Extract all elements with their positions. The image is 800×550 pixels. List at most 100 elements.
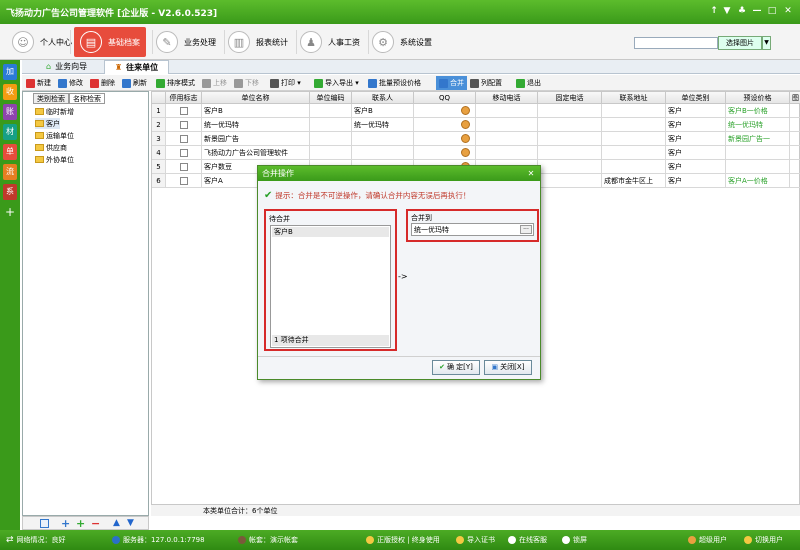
move-up-button[interactable]: 上移 [202,76,227,90]
batch-price-button[interactable]: 批量预设价格 [368,76,421,90]
module-business[interactable]: ✎ 业务处理 [156,27,216,57]
header-qq[interactable]: QQ [414,92,476,104]
remove-icon[interactable]: − [91,517,100,530]
module-hr[interactable]: ♟ 人事工资 [300,27,360,57]
tree-node[interactable]: 客户 [35,118,60,129]
search-input[interactable] [634,37,718,49]
import-cert-button[interactable]: 导入证书 [456,535,495,545]
lock-screen-button[interactable]: 锁屏 [562,535,587,545]
tab-category-search[interactable]: 类别检索 [33,93,69,104]
extra-cell [790,174,800,188]
tree-node[interactable]: 运输单位 [35,130,74,141]
module-reports[interactable]: ▥ 报表统计 [228,27,288,57]
module-basic-archive[interactable]: ▤ 基础档案 [74,27,146,57]
print-button[interactable]: 打印 ▾ [270,76,301,90]
list-item[interactable]: 客户B [272,227,389,237]
header-name[interactable]: 单位名称 [202,92,310,104]
quick-flow-button[interactable]: 流 [3,164,17,180]
tree-node[interactable]: 供应商 [35,142,67,153]
qq-icon[interactable] [461,134,470,143]
header-rownum[interactable] [152,92,166,104]
down-icon[interactable]: ▼ [127,518,134,528]
add-green-icon[interactable]: + [76,517,85,530]
dialog-title-bar[interactable]: 合并操作 [258,166,540,181]
move-down-button[interactable]: 下移 [234,76,259,90]
close-button[interactable]: ✕ [783,5,793,17]
target-field[interactable]: 统一优玛特 ··· [411,223,534,236]
quick-order-button[interactable]: 单 [3,144,17,160]
new-button[interactable]: 新建 [26,76,51,90]
minimize-button[interactable]: — [752,5,762,17]
quick-receipt-button[interactable]: 收 [3,84,17,100]
disabled-checkbox[interactable] [180,121,188,129]
header-extra[interactable]: 图 [790,92,800,104]
tab-business-guide[interactable]: ⌂ 业务向导 [36,60,97,74]
folder-icon [35,108,44,115]
exit-button[interactable]: 退出 [516,76,541,90]
header-mobile[interactable]: 移动电话 [476,92,538,104]
disabled-checkbox[interactable] [180,163,188,171]
column-config-button[interactable]: 列配置 [470,76,502,90]
dropdown-icon[interactable]: ▼ [722,5,732,17]
source-list[interactable]: 客户B 1 项待合并 [270,225,391,348]
qq-icon[interactable] [461,106,470,115]
up-icon[interactable]: ↑ [709,5,719,17]
check-icon: ✔ [439,363,445,371]
add-icon[interactable]: + [61,517,70,530]
quick-add-button[interactable]: 加 [3,64,17,80]
edit-icon[interactable] [40,519,49,528]
dialog-title: 合并操作 [262,169,294,178]
unit-icon: ♜ [115,62,123,72]
browse-button[interactable]: ··· [520,225,532,234]
switch-user-button[interactable]: 切换用户 [744,535,783,545]
tree-node[interactable]: 外协单位 [35,154,74,165]
price-icon [368,78,377,88]
pick-image-button[interactable]: 选择图片 [718,36,762,50]
maximize-button[interactable]: □ [767,5,777,17]
merge-dialog: 合并操作 ✕ ✔ 提示：合并是不可逆操作，请确认合并内容无误后再执行！ 待合并 … [257,165,541,380]
archive-icon: ▤ [80,31,102,53]
chart-icon: ▥ [228,31,250,53]
delete-button[interactable]: 删除 [90,76,115,90]
server-icon [112,536,120,544]
skin-icon[interactable]: ♣ [737,5,747,17]
sort-mode-button[interactable]: 排序模式 [156,76,195,90]
header-address[interactable]: 联系地址 [602,92,666,104]
disabled-checkbox[interactable] [180,107,188,115]
disabled-checkbox[interactable] [180,177,188,185]
header-price[interactable]: 预设价格 [726,92,790,104]
module-personal-center[interactable]: ☺ 个人中心 [12,27,72,57]
header-phone[interactable]: 固定电话 [538,92,602,104]
price-cell: 客户B一价格 [726,104,790,118]
online-service-button[interactable]: 在线客服 [508,535,547,545]
header-disabled[interactable]: 停用标志 [166,92,202,104]
quick-material-button[interactable]: 材 [3,124,17,140]
header-category[interactable]: 单位类别 [666,92,726,104]
ok-button[interactable]: ✔ 确 定[Y] [432,360,480,375]
disabled-checkbox[interactable] [180,135,188,143]
tab-name-search[interactable]: 名称检索 [69,93,105,104]
refresh-button[interactable]: 刷新 [122,76,147,90]
module-settings[interactable]: ⚙ 系统设置 [372,27,432,57]
exit-icon: ▣ [491,363,499,371]
chevron-down-icon[interactable]: ▼ [762,36,771,50]
import-export-button[interactable]: 导入导出 ▾ [314,76,359,90]
tree-node[interactable]: 临时新增 [35,106,74,117]
lock-icon [562,536,570,544]
up-icon[interactable]: ▲ [113,518,120,528]
tab-contacts-units[interactable]: ♜ 往来单位 [104,60,170,74]
qq-cell [414,118,476,132]
close-dialog-button[interactable]: ▣ 关闭[X] [484,360,532,375]
header-code[interactable]: 单位编码 [310,92,352,104]
dialog-close-icon[interactable]: ✕ [525,168,537,179]
qq-icon[interactable] [461,120,470,129]
qq-icon[interactable] [461,148,470,157]
table-cell: 3 [152,132,166,146]
header-contact[interactable]: 联系人 [352,92,414,104]
merge-button[interactable]: 合并 [436,76,467,90]
quick-plus-button[interactable]: + [3,204,17,220]
quick-system-button[interactable]: 系 [3,184,17,200]
quick-account-button[interactable]: 账 [3,104,17,120]
edit-button[interactable]: 修改 [58,76,83,90]
disabled-checkbox[interactable] [180,149,188,157]
